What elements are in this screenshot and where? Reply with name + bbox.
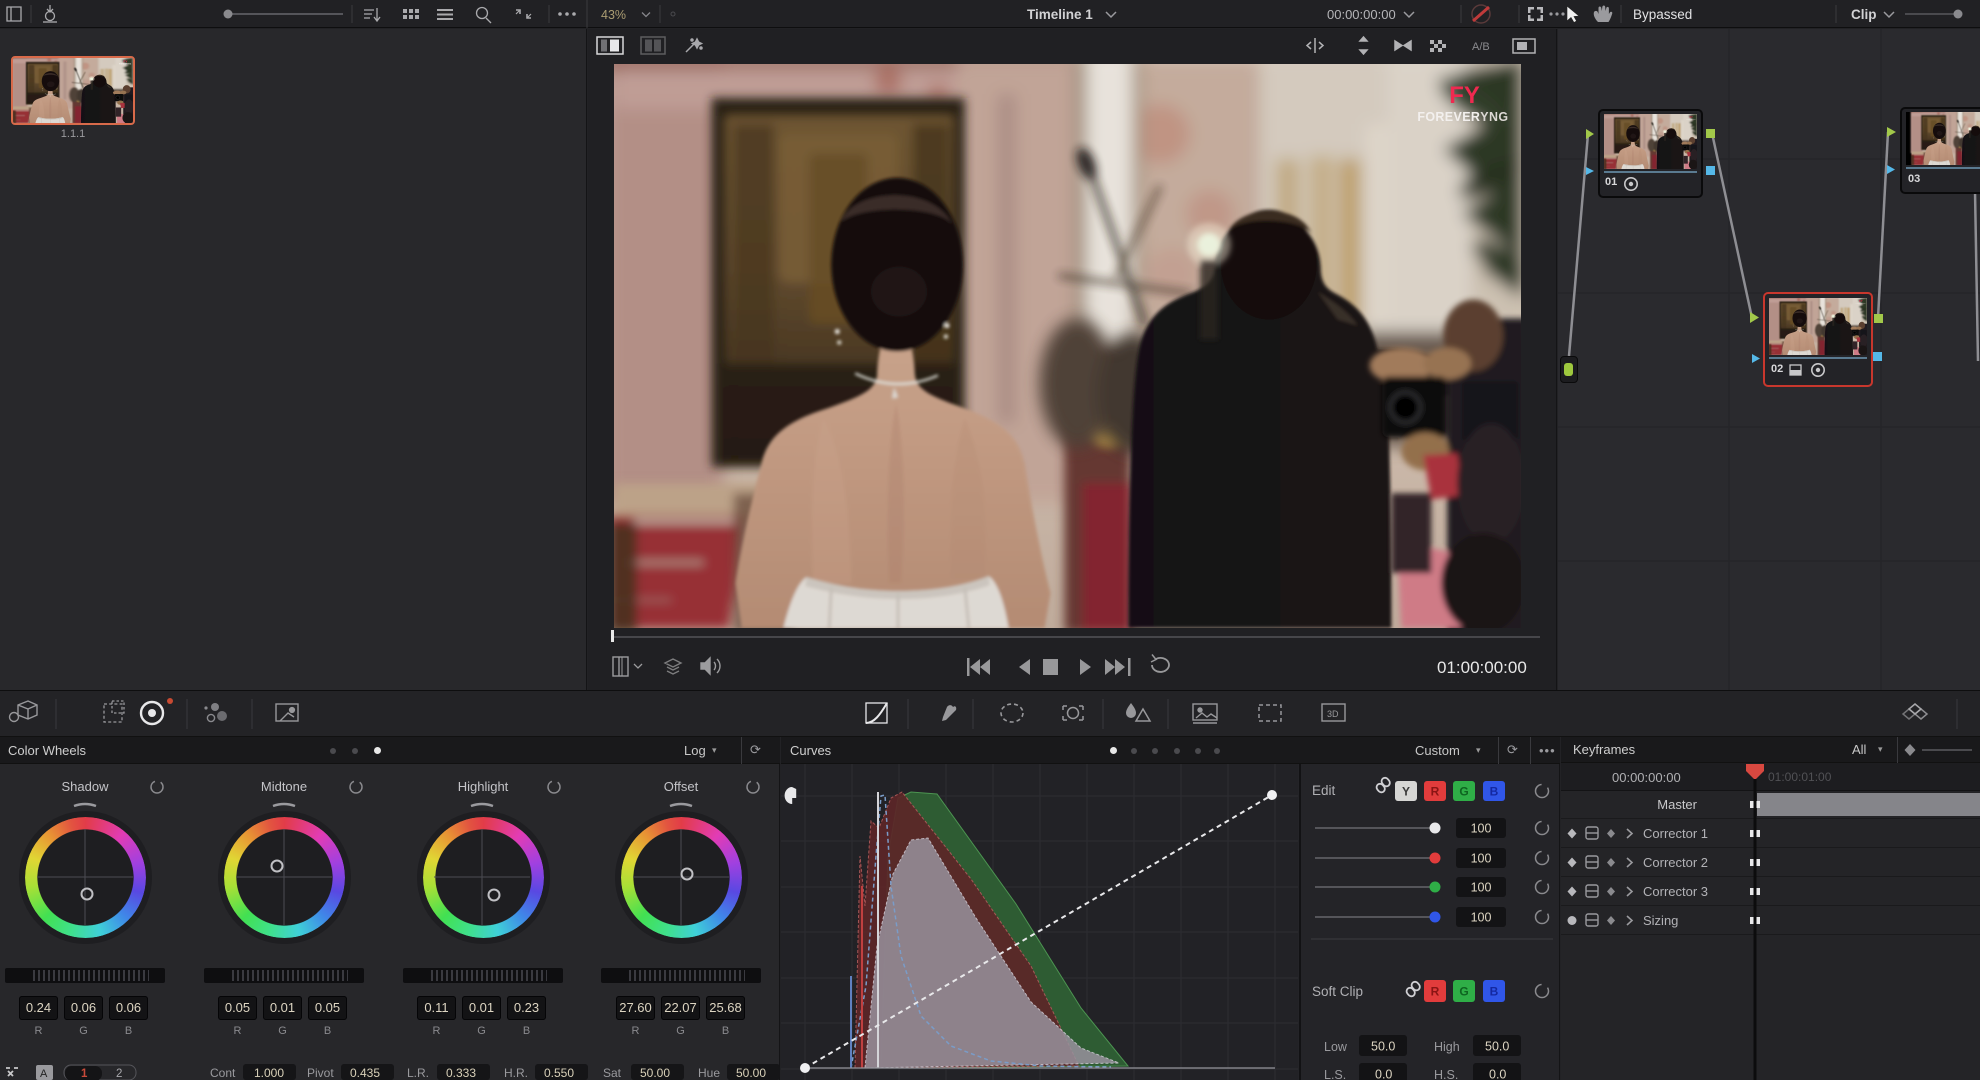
svg-text:0.0: 0.0 [1375, 1068, 1392, 1080]
svg-text:High: High [1434, 1040, 1460, 1054]
svg-text:0.435: 0.435 [350, 1066, 380, 1080]
svg-text:43%: 43% [601, 8, 626, 22]
svg-text:1: 1 [81, 1068, 88, 1080]
svg-text:Pivot: Pivot [307, 1066, 334, 1080]
svg-text:0.0: 0.0 [1489, 1068, 1506, 1080]
svg-text:G: G [1459, 785, 1468, 799]
svg-text:G: G [1459, 985, 1468, 999]
svg-text:L.S.: L.S. [1324, 1068, 1346, 1080]
svg-text:Soft Clip: Soft Clip [1312, 984, 1363, 999]
svg-text:Sat: Sat [603, 1066, 622, 1080]
svg-text:A/B: A/B [1472, 41, 1490, 53]
svg-text:100: 100 [1471, 852, 1492, 866]
svg-text:00:00:00:00: 00:00:00:00 [1327, 7, 1396, 22]
svg-text:Low: Low [1324, 1040, 1348, 1054]
svg-text:Hue: Hue [698, 1066, 720, 1080]
svg-text:R: R [1431, 985, 1440, 999]
svg-text:Bypassed: Bypassed [1633, 7, 1692, 22]
svg-text:A: A [40, 1068, 48, 1080]
svg-text:Edit: Edit [1312, 783, 1336, 798]
svg-text:50.00: 50.00 [640, 1066, 670, 1080]
svg-text:50.0: 50.0 [1485, 1040, 1509, 1054]
svg-text:100: 100 [1471, 881, 1492, 895]
svg-text:1.000: 1.000 [254, 1066, 284, 1080]
svg-text:100: 100 [1471, 911, 1492, 925]
svg-text:Y: Y [1402, 785, 1410, 799]
svg-text:2: 2 [116, 1068, 122, 1080]
svg-text:50.0: 50.0 [1371, 1040, 1395, 1054]
svg-text:Clip: Clip [1851, 7, 1877, 22]
svg-text:B: B [1490, 785, 1499, 799]
svg-text:B: B [1490, 985, 1499, 999]
svg-text:H.S.: H.S. [1434, 1068, 1458, 1080]
svg-text:01:00:00:00: 01:00:00:00 [1437, 658, 1527, 677]
svg-text:H.R.: H.R. [504, 1066, 528, 1080]
svg-text:L.R.: L.R. [407, 1066, 429, 1080]
svg-text:Timeline 1: Timeline 1 [1027, 7, 1093, 22]
svg-text:3D: 3D [1327, 709, 1339, 719]
svg-text:50.00: 50.00 [736, 1066, 766, 1080]
svg-text:0.333: 0.333 [446, 1066, 476, 1080]
svg-text:100: 100 [1471, 822, 1492, 836]
svg-text:Cont: Cont [210, 1066, 236, 1080]
svg-text:R: R [1431, 785, 1440, 799]
svg-text:0.550: 0.550 [544, 1066, 574, 1080]
